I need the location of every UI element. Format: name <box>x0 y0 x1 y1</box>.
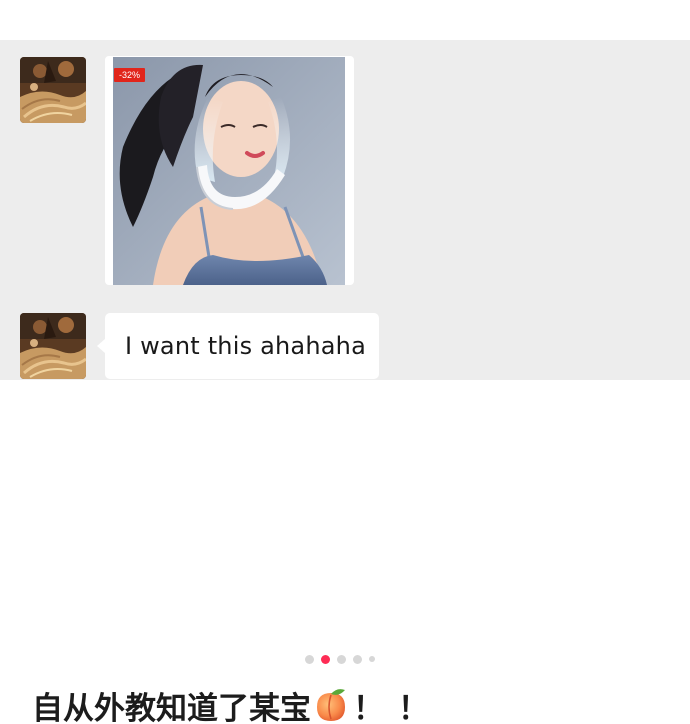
top-margin <box>0 0 690 40</box>
carousel-dot[interactable] <box>337 654 346 664</box>
carousel-dot-active[interactable] <box>321 654 330 664</box>
carousel-indicator <box>305 654 375 664</box>
avatar-icon <box>20 313 86 379</box>
neck-fan-photo <box>113 57 345 285</box>
caption-exclamation: ！！ <box>353 690 443 724</box>
carousel-dot[interactable] <box>369 656 375 662</box>
carousel-dot[interactable] <box>305 654 314 664</box>
text-message-bubble[interactable]: I want this ahahaha <box>97 313 379 379</box>
peach-icon <box>313 687 349 723</box>
avatar-icon <box>20 57 86 123</box>
product-photo[interactable]: -32% <box>113 57 345 285</box>
sender-avatar[interactable] <box>20 57 86 123</box>
carousel-dot[interactable] <box>353 654 362 664</box>
sender-avatar[interactable] <box>20 313 86 379</box>
message-text: I want this ahahaha <box>125 332 366 360</box>
caption-text: 自从外教知道了某宝 <box>32 690 311 724</box>
discount-badge: -32% <box>114 68 146 82</box>
image-message-bubble[interactable]: -32% <box>105 56 354 285</box>
post-caption: 自从外教知道了某宝 ！！ <box>32 683 443 724</box>
post-page: -32% I want this ahahaha 自从外教知道了某宝 ！！ <box>0 0 690 724</box>
